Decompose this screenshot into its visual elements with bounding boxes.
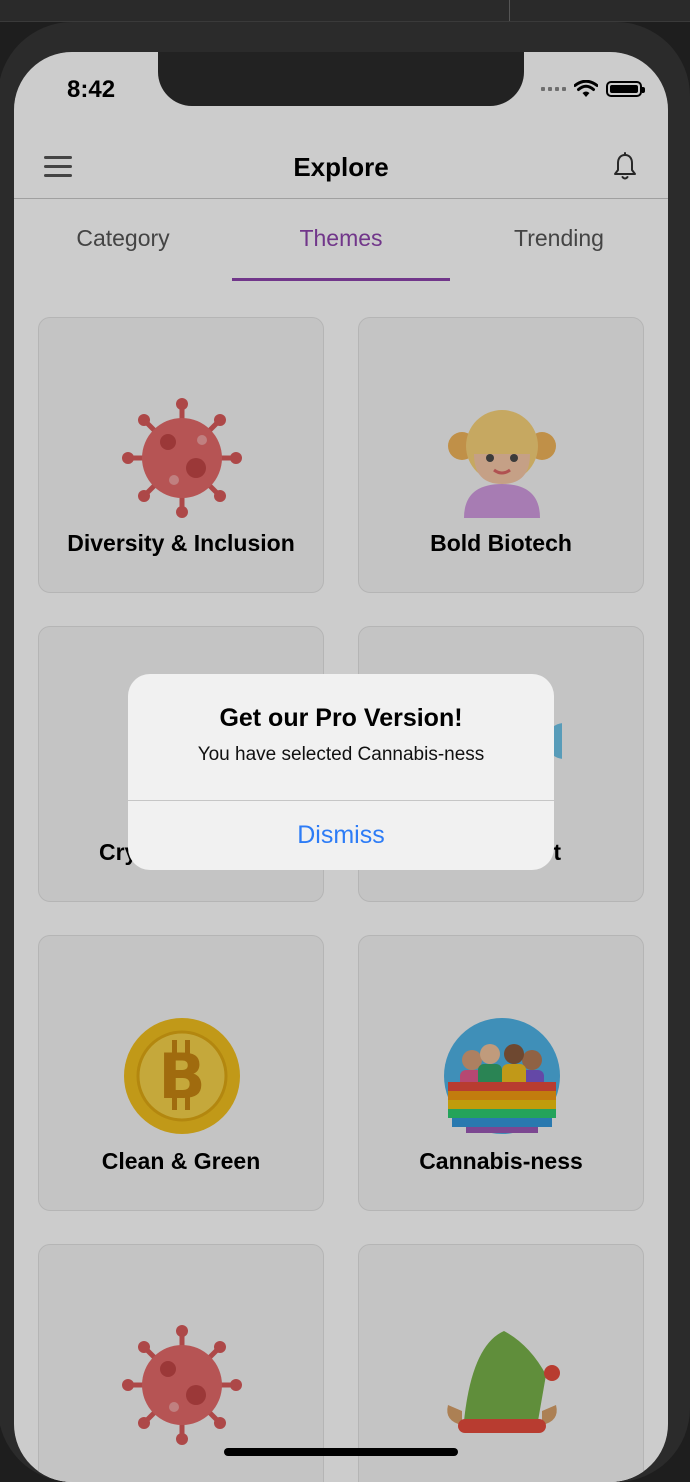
app-screen: 8:42 Explore Category Themes Trending Di… [14,52,668,1482]
alert-title: Get our Pro Version! [219,704,463,732]
alert-message: You have selected Cannabis-ness [197,744,485,765]
pro-version-alert: Get our Pro Version! You have selected C… [128,674,554,870]
dismiss-button[interactable]: Dismiss [128,800,554,870]
simulator-toolbar [0,0,690,22]
home-indicator[interactable] [224,1448,458,1456]
toolbar-divider [509,0,510,22]
